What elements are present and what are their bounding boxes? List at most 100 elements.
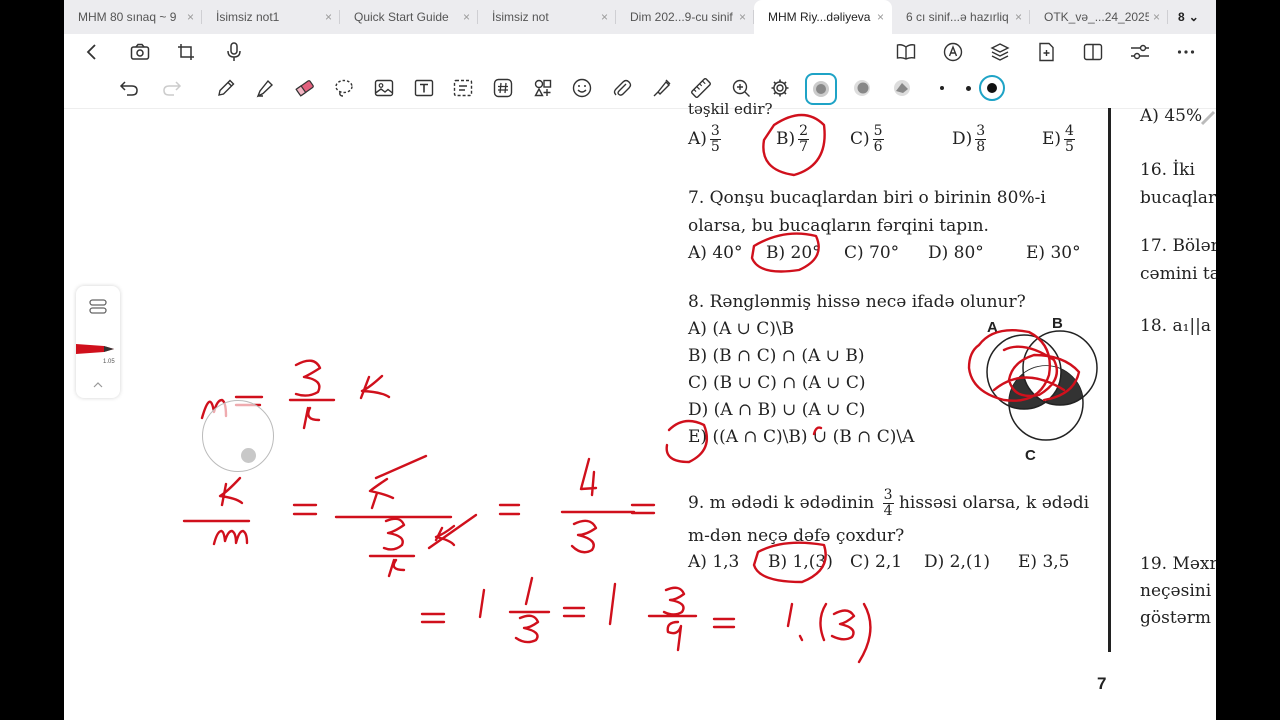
ink-k xyxy=(359,374,391,400)
sticker-tool[interactable] xyxy=(568,74,596,102)
dot-icon xyxy=(965,85,971,91)
eraser-size-small[interactable] xyxy=(928,74,956,102)
reading-mode-button[interactable] xyxy=(892,38,920,66)
pen-tool[interactable] xyxy=(212,74,240,102)
screenshot-button[interactable] xyxy=(126,38,154,66)
tab-otk[interactable]: OTK_və_...24_2025 × xyxy=(1030,0,1168,34)
tab-mhm-80[interactable]: MHM 80 sınaq ~ 9 × xyxy=(64,0,202,34)
redo-button[interactable] xyxy=(158,74,186,102)
microphone-icon xyxy=(227,42,241,61)
ruler-icon xyxy=(691,78,711,98)
tab-label: Dim 202...9-cu sinif xyxy=(630,10,733,24)
ink-k-2 xyxy=(218,476,244,507)
sliders-icon xyxy=(1131,44,1149,60)
image-tool[interactable] xyxy=(370,74,398,102)
tab-label: OTK_və_...24_2025 xyxy=(1044,10,1149,24)
q6-option-c: C) 5 6 xyxy=(850,123,884,155)
right-col-option: A) 45% xyxy=(1140,106,1203,126)
q9-option-c: C) 2,1 xyxy=(850,552,903,572)
document-page: təşkil edir? A) 3 5 B) 2 7 C) 5 6 D) 3 8 E) 4 5 7.… xyxy=(674,100,1216,720)
split-view-button[interactable] xyxy=(1079,38,1107,66)
tab-count: 8 xyxy=(1178,10,1185,24)
ink-equals-5 xyxy=(420,612,446,624)
microphone-button[interactable] xyxy=(220,38,248,66)
drawing-toolbar xyxy=(64,70,1216,109)
eraser-tool-selected[interactable] xyxy=(291,74,319,102)
tab-close-icon[interactable]: × xyxy=(463,10,470,24)
nav-row xyxy=(64,34,1216,70)
eraser-size-medium[interactable] xyxy=(954,74,982,102)
text-tool[interactable] xyxy=(410,74,438,102)
q6-option-a: A) 3 5 xyxy=(688,123,721,155)
select-area-tool[interactable] xyxy=(449,74,477,102)
eraser-partial-icon xyxy=(854,80,870,96)
ai-assistant-button[interactable] xyxy=(939,38,967,66)
q8-text: 8. Rənglənmiş hissə necə ifadə olunur? xyxy=(688,292,1026,312)
tab-label: İsimsiz not1 xyxy=(216,10,280,24)
eraser-size-large-selected[interactable] xyxy=(979,75,1005,101)
ink-k-crossed xyxy=(368,454,428,510)
layers-button[interactable] xyxy=(986,38,1014,66)
zoom-tool[interactable] xyxy=(727,74,755,102)
tab-close-icon[interactable]: × xyxy=(1153,10,1160,24)
more-options-button[interactable] xyxy=(1172,38,1200,66)
pen-panel-graphic xyxy=(76,299,114,388)
tab-6-ci-sinif[interactable]: 6 cı sinif...ə hazırliq × xyxy=(892,0,1030,34)
redo-icon xyxy=(163,81,182,96)
tag-tool[interactable] xyxy=(489,74,517,102)
q8-option-a: A) (A ∪ C)\B xyxy=(688,319,795,339)
tab-label: MHM 80 sınaq ~ 9 xyxy=(78,10,177,24)
ink-equals-4 xyxy=(630,503,656,515)
tab-close-icon[interactable]: × xyxy=(739,10,746,24)
tab-strip: MHM 80 sınaq ~ 9 × İsimsiz not1 × Quick St… xyxy=(64,0,1216,34)
floating-pen-panel[interactable]: 1.05 xyxy=(76,286,120,398)
ink-equals-2 xyxy=(292,503,318,516)
highlighter-tool[interactable] xyxy=(251,74,279,102)
tab-isimsiz-not[interactable]: İsimsiz not × xyxy=(478,0,616,34)
dashed-select-icon xyxy=(453,79,473,97)
settings-sliders-button[interactable] xyxy=(1126,38,1154,66)
zoom-in-icon xyxy=(732,79,750,97)
ink-k-crossed-2 xyxy=(427,513,478,550)
q7-option-d: D) 80° xyxy=(928,243,984,263)
tab-close-icon[interactable]: × xyxy=(325,10,332,24)
tab-quick-start[interactable]: Quick Start Guide × xyxy=(340,0,478,34)
back-button[interactable] xyxy=(78,38,106,66)
book-open-icon xyxy=(896,44,916,60)
tab-close-icon[interactable]: × xyxy=(1015,10,1022,24)
scroll-edge-marker[interactable] xyxy=(1200,100,1216,130)
crop-button[interactable] xyxy=(172,38,200,66)
eraser-mode-stroke-selected[interactable] xyxy=(805,73,837,105)
hashtag-icon xyxy=(493,78,513,98)
lasso-tool[interactable] xyxy=(330,74,358,102)
tab-dim[interactable]: Dim 202...9-cu sinif × xyxy=(616,0,754,34)
tab-close-icon[interactable]: × xyxy=(187,10,194,24)
tab-count-button[interactable]: 8 ⌄ xyxy=(1168,0,1199,34)
shapes-tool[interactable] xyxy=(529,74,557,102)
q17-line-2: cəmini ta xyxy=(1140,264,1216,284)
pen-cursor-magnifier xyxy=(202,400,274,472)
ruler-tool[interactable] xyxy=(687,74,715,102)
tab-mhm-riy-active[interactable]: MHM Riy...dəliyeva × xyxy=(754,0,892,34)
laser-tool[interactable] xyxy=(648,74,676,102)
split-view-icon xyxy=(1083,43,1103,61)
dot-icon xyxy=(940,86,944,90)
add-page-button[interactable] xyxy=(1032,38,1060,66)
q7-option-b: B) 20° xyxy=(766,243,821,263)
tool-settings-button[interactable] xyxy=(766,74,794,102)
eraser-mode-partial[interactable] xyxy=(848,74,876,102)
clip-tool[interactable] xyxy=(608,74,636,102)
q8-option-b: B) (B ∩ C) ∩ (A ∪ B) xyxy=(688,346,865,366)
ink-one-2 xyxy=(608,582,617,626)
tab-close-icon[interactable]: × xyxy=(877,10,884,24)
crop-icon xyxy=(178,44,194,60)
page-add-icon xyxy=(1039,42,1054,62)
venn-diagram: A B C xyxy=(986,315,1098,464)
eraser-mode-area[interactable] xyxy=(888,74,916,102)
chevron-left-icon xyxy=(86,44,96,60)
tab-label: İsimsiz not xyxy=(492,10,549,24)
tab-isimsiz-not1[interactable]: İsimsiz not1 × xyxy=(202,0,340,34)
page-number: 7 xyxy=(1097,674,1107,693)
tab-close-icon[interactable]: × xyxy=(601,10,608,24)
undo-button[interactable] xyxy=(115,74,143,102)
